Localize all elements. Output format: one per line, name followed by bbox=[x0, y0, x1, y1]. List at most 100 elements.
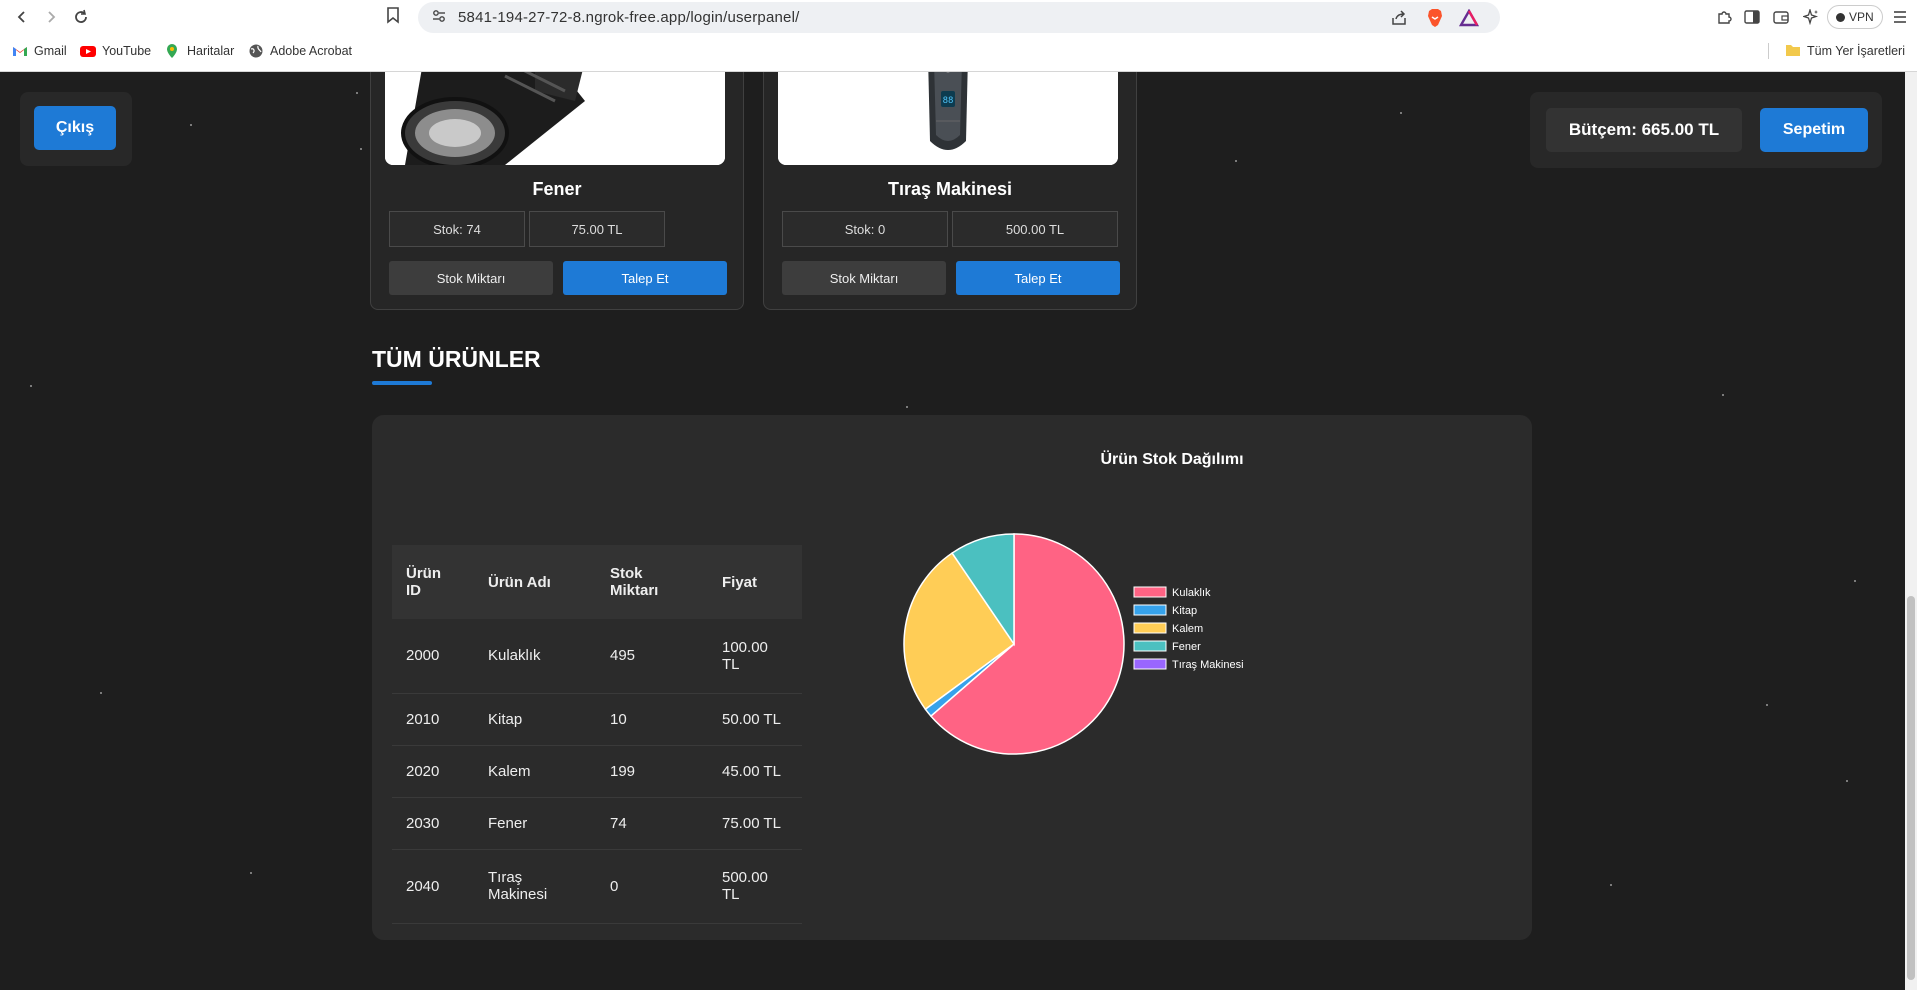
table-row: 2040 Tıraş Makinesi 0 500.00 TL bbox=[392, 849, 802, 924]
table-row: 2010 Kitap 10 50.00 TL bbox=[392, 693, 802, 746]
brave-shield-icon[interactable] bbox=[1424, 7, 1446, 29]
product-card: 88 Tıraş Makinesi Stok: 0 500.00 TL Stok… bbox=[763, 72, 1137, 310]
extensions-icon[interactable] bbox=[1712, 5, 1736, 29]
pie-chart: Kulaklık Kitap Kalem Fener Tıraş Makinesi bbox=[903, 533, 1244, 755]
cell-id: 2030 bbox=[392, 797, 474, 850]
legend-item[interactable]: Kulaklık bbox=[1133, 586, 1211, 599]
legend-swatch bbox=[1133, 622, 1167, 634]
cell-name: Kitap bbox=[474, 693, 596, 746]
column-header-name: Ürün Adı bbox=[474, 545, 596, 619]
logout-button[interactable]: Çıkış bbox=[34, 106, 116, 150]
all-bookmarks[interactable]: Tüm Yer İşaretleri bbox=[1768, 43, 1905, 59]
gmail-icon bbox=[12, 43, 28, 59]
star bbox=[356, 92, 358, 94]
cart-button[interactable]: Sepetim bbox=[1760, 108, 1868, 152]
share-icon[interactable] bbox=[1388, 7, 1410, 29]
all-products-panel: Ürün ID Ürün Adı Stok Miktarı Fiyat 2000… bbox=[372, 415, 1532, 940]
star bbox=[1400, 112, 1402, 114]
user-panel-page: Çıkış Bütçem: 665.00 TL Sepetim Fener St… bbox=[0, 72, 1905, 990]
forward-icon[interactable] bbox=[38, 4, 64, 30]
legend-label: Fener bbox=[1172, 641, 1201, 653]
youtube-icon bbox=[80, 43, 96, 59]
logout-panel: Çıkış bbox=[20, 92, 132, 166]
leo-ai-icon[interactable] bbox=[1799, 5, 1823, 29]
legend-label: Kulaklık bbox=[1172, 587, 1211, 599]
legend-label: Kalem bbox=[1172, 623, 1203, 635]
bookmark-gmail[interactable]: Gmail bbox=[12, 43, 67, 59]
stock-chart: Ürün Stok Dağılımı Kulaklık Kitap Kalem Fen… bbox=[872, 435, 1472, 835]
vpn-button[interactable]: VPN bbox=[1827, 5, 1883, 29]
globe-icon bbox=[248, 43, 264, 59]
bookmark-label: Gmail bbox=[34, 44, 67, 58]
bookmark-haritalar[interactable]: Haritalar bbox=[165, 43, 234, 59]
product-image-shaver: 88 bbox=[778, 72, 1118, 165]
cell-id: 2000 bbox=[392, 619, 474, 694]
legend-swatch bbox=[1133, 604, 1167, 616]
legend-item[interactable]: Fener bbox=[1133, 640, 1201, 653]
page-scrollbar[interactable] bbox=[1905, 72, 1917, 990]
site-settings-icon[interactable] bbox=[430, 8, 448, 26]
price-info: 75.00 TL bbox=[529, 211, 665, 247]
divider bbox=[1768, 43, 1770, 59]
stock-amount-button[interactable]: Stok Miktarı bbox=[782, 261, 946, 295]
bookmark-youtube[interactable]: YouTube bbox=[80, 43, 151, 59]
column-header-stock: Stok Miktarı bbox=[596, 545, 708, 619]
star bbox=[30, 385, 32, 387]
sidebar-icon[interactable] bbox=[1740, 5, 1764, 29]
brave-rewards-icon[interactable] bbox=[1458, 7, 1480, 29]
star bbox=[1610, 884, 1612, 886]
budget-panel: Bütçem: 665.00 TL Sepetim bbox=[1530, 92, 1882, 168]
scrollbar-thumb[interactable] bbox=[1907, 596, 1915, 980]
table-header-row: Ürün ID Ürün Adı Stok Miktarı Fiyat bbox=[392, 545, 802, 619]
vpn-label: VPN bbox=[1849, 10, 1874, 24]
product-title: Tıraş Makinesi bbox=[887, 179, 1013, 199]
stock-amount-button[interactable]: Stok Miktarı bbox=[389, 261, 553, 295]
star bbox=[1766, 704, 1768, 706]
budget-display: Bütçem: 665.00 TL bbox=[1546, 108, 1742, 152]
request-button[interactable]: Talep Et bbox=[563, 261, 727, 295]
bookmark-label: YouTube bbox=[102, 44, 152, 58]
legend-item[interactable]: Tıraş Makinesi bbox=[1133, 658, 1244, 671]
back-icon[interactable] bbox=[9, 4, 35, 30]
request-button[interactable]: Talep Et bbox=[956, 261, 1120, 295]
product-image-flashlight bbox=[385, 72, 725, 165]
cell-id: 2010 bbox=[392, 693, 474, 746]
all-bookmarks-label: Tüm Yer İşaretleri bbox=[1807, 44, 1905, 58]
address-bar[interactable]: 5841-194-27-72-8.ngrok-free.app/login/us… bbox=[418, 2, 1500, 33]
legend-item[interactable]: Kitap bbox=[1133, 604, 1197, 617]
wallet-icon[interactable] bbox=[1769, 5, 1793, 29]
bookmark-icon[interactable] bbox=[386, 6, 406, 28]
star bbox=[360, 148, 362, 150]
legend-swatch bbox=[1133, 640, 1167, 652]
cell-price: 500.00 TL bbox=[708, 849, 802, 924]
legend-swatch bbox=[1133, 658, 1167, 670]
cell-stock: 0 bbox=[596, 849, 708, 924]
cell-id: 2040 bbox=[392, 849, 474, 924]
products-table: Ürün ID Ürün Adı Stok Miktarı Fiyat 2000… bbox=[392, 545, 802, 924]
cell-name: Kulaklık bbox=[474, 619, 596, 694]
cell-id: 2020 bbox=[392, 745, 474, 798]
chart-title: Ürün Stok Dağılımı bbox=[1100, 451, 1244, 468]
section-title: TÜM ÜRÜNLER bbox=[372, 346, 541, 372]
product-title: Fener bbox=[532, 179, 582, 199]
column-header-price: Fiyat bbox=[708, 545, 802, 619]
cell-stock: 495 bbox=[596, 619, 708, 694]
svg-text:88: 88 bbox=[943, 96, 954, 106]
bookmarks-bar: Gmail YouTube Haritalar Adobe Acrobat Tü… bbox=[0, 40, 1917, 64]
maps-pin-icon bbox=[165, 43, 181, 59]
folder-icon bbox=[1785, 43, 1801, 59]
cell-price: 45.00 TL bbox=[708, 745, 802, 798]
bookmark-label: Haritalar bbox=[187, 44, 235, 58]
cell-price: 75.00 TL bbox=[708, 797, 802, 850]
bookmark-label: Adobe Acrobat bbox=[270, 44, 353, 58]
legend-label: Kitap bbox=[1172, 605, 1197, 617]
bookmark-adobe-acrobat[interactable]: Adobe Acrobat bbox=[248, 43, 352, 59]
cell-stock: 199 bbox=[596, 745, 708, 798]
menu-icon[interactable] bbox=[1888, 5, 1912, 29]
price-info: 500.00 TL bbox=[952, 211, 1118, 247]
reload-icon[interactable] bbox=[68, 4, 94, 30]
legend-item[interactable]: Kalem bbox=[1133, 622, 1203, 635]
cell-stock: 10 bbox=[596, 693, 708, 746]
section-underline bbox=[372, 381, 432, 385]
star bbox=[1854, 580, 1856, 582]
